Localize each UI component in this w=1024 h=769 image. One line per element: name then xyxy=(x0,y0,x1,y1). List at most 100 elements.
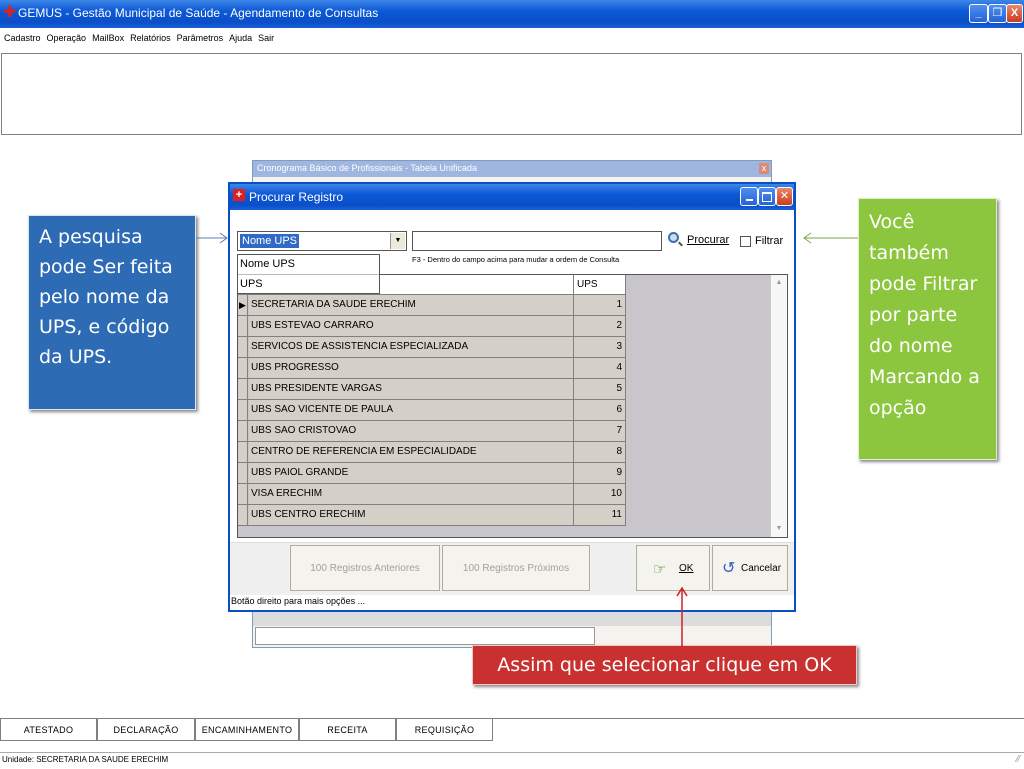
row-name-cell[interactable]: VISA ERECHIM xyxy=(249,484,574,504)
cancel-button[interactable]: ↺ Cancelar xyxy=(712,545,788,591)
records-grid[interactable]: UPS ▶ SECRETARIA DA SAUDE ERECHIM 1 UBS EST… xyxy=(237,274,788,538)
table-row[interactable]: UBS PROGRESSO 4 xyxy=(238,358,626,379)
table-row[interactable]: UBS ESTEVAO CARRARO 2 xyxy=(238,316,626,337)
table-row[interactable]: CENTRO DE REFERENCIA EM ESPECIALIDADE 8 xyxy=(238,442,626,463)
table-row[interactable]: UBS SAO VICENTE DE PAULA 6 xyxy=(238,400,626,421)
status-bar: Unidade: SECRETARIA DA SAUDE ERECHIM ⁄⁄ xyxy=(0,752,1024,769)
row-code-cell[interactable]: 3 xyxy=(574,337,626,357)
tab-receita[interactable]: RECEITA xyxy=(299,719,396,741)
search-field-select[interactable]: Nome UPS ▼ xyxy=(237,231,407,251)
cancel-button-label: Cancelar xyxy=(741,563,782,574)
row-indicator[interactable] xyxy=(238,358,248,378)
tab-declaracao[interactable]: DECLARAÇÃO xyxy=(97,719,195,741)
dropdown-option[interactable]: UPS xyxy=(238,275,379,294)
menu-sair[interactable]: Sair xyxy=(258,33,274,43)
dialog-close-button[interactable]: ✕ xyxy=(776,187,793,206)
table-row[interactable]: UBS PRESIDENTE VARGAS 5 xyxy=(238,379,626,400)
row-indicator[interactable] xyxy=(238,442,248,462)
grid-header-code[interactable]: UPS xyxy=(574,275,626,294)
menu-parametros[interactable]: Parâmetros xyxy=(177,33,224,43)
checkbox-icon[interactable] xyxy=(740,236,751,247)
row-code-cell[interactable]: 2 xyxy=(574,316,626,336)
search-button[interactable]: Procurar xyxy=(666,230,734,252)
tab-requisicao[interactable]: REQUISIÇÃO xyxy=(396,719,493,741)
status-unit: Unidade: SECRETARIA DA SAUDE ERECHIM xyxy=(2,755,169,764)
table-row[interactable]: VISA ERECHIM 10 xyxy=(238,484,626,505)
row-name-cell[interactable]: SECRETARIA DA SAUDE ERECHIM xyxy=(249,295,574,315)
row-code-cell[interactable]: 8 xyxy=(574,442,626,462)
arrow-left-callout xyxy=(196,232,228,244)
dialog-maximize-button[interactable] xyxy=(758,187,776,206)
row-indicator[interactable] xyxy=(238,400,248,420)
table-row[interactable]: ▶ SECRETARIA DA SAUDE ERECHIM 1 xyxy=(238,295,626,316)
menu-cadastro[interactable]: Cadastro xyxy=(4,33,41,43)
row-name-cell[interactable]: UBS PROGRESSO xyxy=(249,358,574,378)
row-code-cell[interactable]: 9 xyxy=(574,463,626,483)
row-indicator[interactable] xyxy=(238,421,248,441)
menu-operacao[interactable]: Operação xyxy=(47,33,87,43)
callout-right: Você também pode Filtrar por parte do no… xyxy=(858,198,997,460)
chevron-down-icon[interactable]: ▼ xyxy=(390,233,405,249)
app-title-bar: ✚ GEMUS - Gestão Municipal de Saúde - Ag… xyxy=(0,0,1024,28)
arrow-right-callout xyxy=(803,232,858,244)
row-name-cell[interactable]: CENTRO DE REFERENCIA EM ESPECIALIDADE xyxy=(249,442,574,462)
row-indicator[interactable]: ▶ xyxy=(238,295,248,315)
table-row[interactable]: UBS SAO CRISTOVAO 7 xyxy=(238,421,626,442)
filter-checkbox[interactable]: Filtrar xyxy=(740,234,792,250)
tab-encaminhamento[interactable]: ENCAMINHAMENTO xyxy=(195,719,299,741)
hint-text: F3 - Dentro do campo acima para mudar a … xyxy=(412,255,620,264)
search-input[interactable] xyxy=(412,231,662,251)
callout-left: A pesquisa pode Ser feita pelo nome da U… xyxy=(28,215,196,410)
close-button[interactable]: X xyxy=(1006,4,1023,23)
row-code-cell[interactable]: 6 xyxy=(574,400,626,420)
row-indicator[interactable] xyxy=(238,379,248,399)
row-indicator[interactable] xyxy=(238,505,248,525)
restore-button[interactable]: ❐ xyxy=(988,4,1007,23)
dialog-minimize-button[interactable] xyxy=(740,187,758,206)
row-indicator[interactable] xyxy=(238,316,248,336)
dropdown-list: Nome UPS UPS xyxy=(237,254,380,294)
filter-checkbox-label: Filtrar xyxy=(755,235,784,247)
scroll-up-icon[interactable]: ▲ xyxy=(771,275,787,291)
scroll-down-icon[interactable]: ▼ xyxy=(771,521,787,537)
dialog-logo-icon: + xyxy=(233,189,245,201)
grid-scrollbar[interactable]: ▲ ▼ xyxy=(770,275,787,537)
dialog-title-bar: + Procurar Registro ✕ xyxy=(230,184,794,210)
row-indicator[interactable] xyxy=(238,463,248,483)
ok-button[interactable]: ☞ OK xyxy=(636,545,710,591)
row-indicator[interactable] xyxy=(238,337,248,357)
toolbar-panel xyxy=(1,53,1022,135)
resize-grip-icon[interactable]: ⁄⁄ xyxy=(1017,754,1020,765)
menu-mailbox[interactable]: MailBox xyxy=(92,33,124,43)
row-name-cell[interactable]: UBS ESTEVAO CARRARO xyxy=(249,316,574,336)
row-code-cell[interactable]: 1 xyxy=(574,295,626,315)
menu-ajuda[interactable]: Ajuda xyxy=(229,33,252,43)
dialog-body: Nome UPS ▼ Nome UPS UPS Procurar Filtrar… xyxy=(230,210,794,610)
row-code-cell[interactable]: 7 xyxy=(574,421,626,441)
table-row[interactable]: UBS PAIOL GRANDE 9 xyxy=(238,463,626,484)
hand-pointer-icon: ☞ xyxy=(653,561,667,578)
row-name-cell[interactable]: UBS CENTRO ERECHIM xyxy=(249,505,574,525)
minimize-button[interactable]: _ xyxy=(969,4,988,23)
arrow-to-ok xyxy=(676,586,688,647)
tab-atestado[interactable]: ATESTADO xyxy=(0,719,97,741)
row-name-cell[interactable]: UBS SAO VICENTE DE PAULA xyxy=(249,400,574,420)
row-code-cell[interactable]: 10 xyxy=(574,484,626,504)
previous-records-button[interactable]: 100 Registros Anteriores xyxy=(290,545,440,591)
dialog-title: Procurar Registro xyxy=(249,190,344,204)
row-code-cell[interactable]: 5 xyxy=(574,379,626,399)
row-name-cell[interactable]: UBS SAO CRISTOVAO xyxy=(249,421,574,441)
next-records-button[interactable]: 100 Registros Próximos xyxy=(442,545,590,591)
table-row[interactable]: SERVICOS DE ASSISTENCIA ESPECIALIZADA 3 xyxy=(238,337,626,358)
background-window-toolbar xyxy=(253,611,771,626)
row-name-cell[interactable]: UBS PRESIDENTE VARGAS xyxy=(249,379,574,399)
dropdown-option[interactable]: Nome UPS xyxy=(238,255,379,275)
row-name-cell[interactable]: UBS PAIOL GRANDE xyxy=(249,463,574,483)
background-window-close-button[interactable]: x xyxy=(759,163,769,174)
row-indicator[interactable] xyxy=(238,484,248,504)
table-row[interactable]: UBS CENTRO ERECHIM 11 xyxy=(238,505,626,526)
row-code-cell[interactable]: 11 xyxy=(574,505,626,525)
row-name-cell[interactable]: SERVICOS DE ASSISTENCIA ESPECIALIZADA xyxy=(249,337,574,357)
row-code-cell[interactable]: 4 xyxy=(574,358,626,378)
menu-relatorios[interactable]: Relatórios xyxy=(130,33,171,43)
